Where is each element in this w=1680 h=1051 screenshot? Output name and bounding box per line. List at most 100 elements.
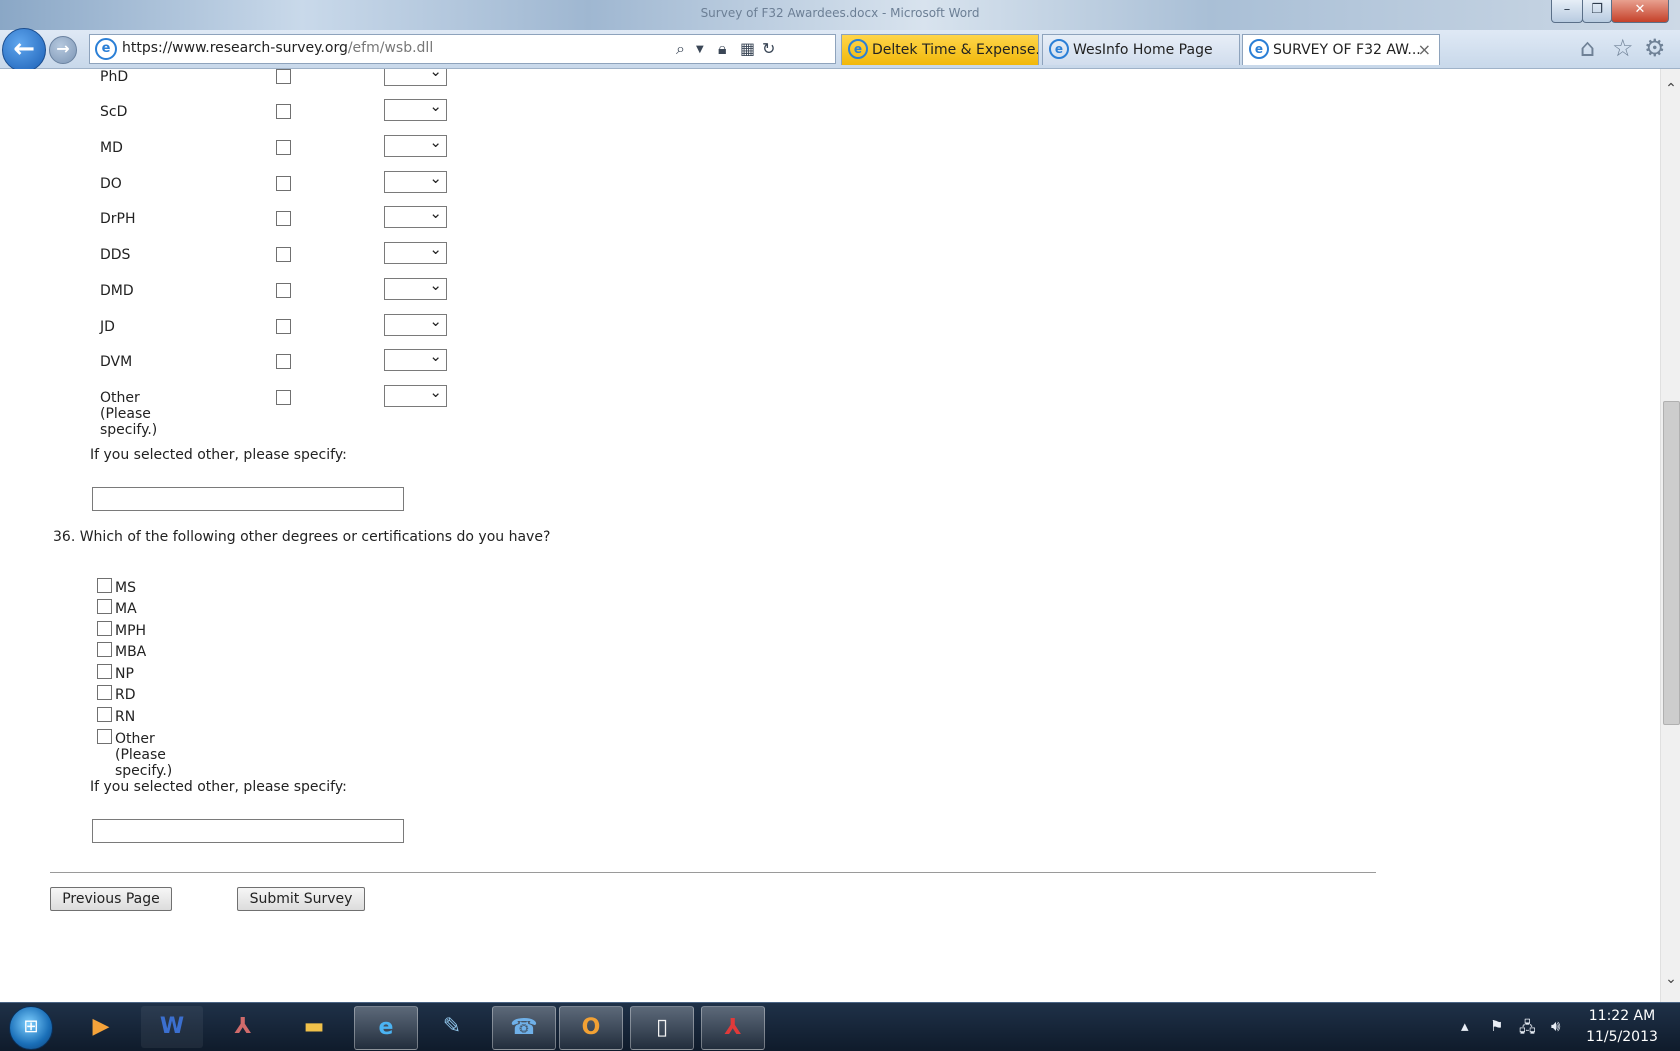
network-icon[interactable]: 🖧︎ [1519,1017,1536,1042]
degree-label: DO [100,176,122,192]
close-window-button[interactable]: ✕ [1611,0,1669,23]
show-hidden-icons-icon[interactable]: ▴ [1461,1017,1469,1035]
tab-label: Deltek Time & Expense... [872,42,1039,58]
chevron-down-icon: ⌄ [429,69,442,80]
q36-checkbox[interactable] [97,685,112,700]
ie-taskbar-icon[interactable]: e [354,1006,418,1050]
degree-checkbox[interactable] [276,176,291,191]
action-center-flag-icon[interactable]: ⚑ [1490,1017,1503,1035]
star-icon[interactable]: ☆ [1612,34,1634,62]
url-path: /efm/wsb.dll [347,40,434,56]
tab-wesinfo[interactable]: e WesInfo Home Page [1042,34,1240,65]
tab-survey[interactable]: e SURVEY OF F32 AW... × [1242,34,1440,65]
q36-label: NP [115,666,134,682]
specify-input[interactable] [92,819,404,843]
outlook-taskbar-icon[interactable]: O [559,1006,623,1050]
home-icon[interactable]: ⌂ [1580,34,1595,62]
q36-checkbox[interactable] [97,729,112,744]
submit-survey-button[interactable]: Submit Survey [237,887,365,911]
degree-select[interactable]: ⌄ [384,312,447,336]
degree-select[interactable]: ⌄ [384,133,447,157]
ie-icon: e [1249,39,1269,59]
clock-date[interactable]: 11/5/2013 [1582,1029,1662,1045]
media-player-taskbar-icon[interactable]: ▶ [70,1006,132,1048]
forward-button[interactable]: → [49,36,77,64]
window-title: Survey of F32 Awardees.docx - Microsoft … [700,6,980,20]
q36-label: MBA [115,644,147,660]
pdf-taskbar-icon[interactable]: ⅄ [701,1006,765,1050]
q36-checkbox[interactable] [97,707,112,722]
address-bar[interactable]: e https://www.research-survey.org/efm/ws… [89,34,836,64]
degree-label: Other (Please specify.) [100,390,158,438]
url-text[interactable]: https://www.research-survey.org/efm/wsb.… [122,40,433,56]
document-taskbar-icon[interactable]: ▯ [630,1006,694,1050]
gear-icon[interactable]: ⚙ [1644,34,1666,62]
chevron-down-icon: ⌄ [429,276,442,294]
degree-select[interactable]: ⌄ [384,69,447,86]
tab-deltek[interactable]: e Deltek Time & Expense... [841,34,1039,65]
vertical-scrollbar[interactable]: ⌃ ⌄ [1660,69,1680,1002]
degree-label: DMD [100,283,134,299]
degree-checkbox[interactable] [276,390,291,405]
specify-label: If you selected other, please specify: [90,779,347,795]
chevron-down-icon: ⌄ [429,312,442,330]
degree-select[interactable]: ⌄ [384,383,447,407]
lync-taskbar-icon[interactable]: ☎ [492,1006,556,1050]
degree-label: DVM [100,354,133,370]
back-button[interactable]: ← [2,28,46,72]
scroll-up-icon[interactable]: ⌃ [1661,81,1680,97]
q36-checkbox[interactable] [97,578,112,593]
degree-checkbox[interactable] [276,69,291,84]
degree-checkbox[interactable] [276,283,291,298]
window-title-bar: Survey of F32 Awardees.docx - Microsoft … [0,0,1680,30]
q36-checkbox[interactable] [97,664,112,679]
degree-checkbox[interactable] [276,354,291,369]
start-button[interactable]: ⊞ [9,1006,53,1050]
degree-checkbox[interactable] [276,247,291,262]
close-tab-icon[interactable]: × [1418,35,1431,65]
specify-label: If you selected other, please specify: [90,447,347,463]
degree-select[interactable]: ⌄ [384,97,447,121]
tab-label: SURVEY OF F32 AW... [1273,42,1421,58]
q36-checkbox[interactable] [97,599,112,614]
maximize-button[interactable]: ❐ [1582,0,1612,23]
previous-page-button[interactable]: Previous Page [50,887,172,911]
dropdown-icon[interactable]: ▼ [696,44,704,55]
degree-label: ScD [100,104,128,120]
degree-select[interactable]: ⌄ [384,169,447,193]
degree-checkbox[interactable] [276,104,291,119]
minimize-button[interactable]: – [1551,0,1583,23]
degree-checkbox[interactable] [276,319,291,334]
q36-label: Other (Please specify.) [115,731,173,779]
chevron-down-icon: ⌄ [429,204,442,222]
degree-checkbox[interactable] [276,211,291,226]
scroll-thumb[interactable] [1663,401,1680,725]
degree-label: JD [100,319,115,335]
word-taskbar-icon[interactable]: W [141,1006,203,1048]
compat-icon[interactable]: ▦ [740,39,755,58]
search-icon[interactable]: ⌕ [676,39,685,59]
volume-icon[interactable]: 🔊︎ [1551,1017,1560,1035]
q36-label: RD [115,687,136,703]
lock-icon[interactable]: 🔒︎ [718,39,727,59]
degree-select[interactable]: ⌄ [384,347,447,371]
ie-icon: e [1049,39,1069,59]
ie-icon: e [848,39,868,59]
clock-time[interactable]: 11:22 AM [1582,1008,1662,1024]
scroll-down-icon[interactable]: ⌄ [1661,971,1680,987]
degree-select[interactable]: ⌄ [384,276,447,300]
q36-label: MA [115,601,137,617]
acrobat-taskbar-icon[interactable]: ⅄ [212,1006,274,1048]
refresh-icon[interactable]: ↻ [762,39,775,58]
degree-label: DrPH [100,211,136,227]
degree-select[interactable]: ⌄ [384,240,447,264]
degree-select[interactable]: ⌄ [384,204,447,228]
chevron-down-icon: ⌄ [429,240,442,258]
specify-input[interactable] [92,487,404,511]
q36-checkbox[interactable] [97,642,112,657]
q36-label: RN [115,709,136,725]
degree-checkbox[interactable] [276,140,291,155]
explorer-taskbar-icon[interactable]: ▬ [283,1006,345,1048]
q36-checkbox[interactable] [97,621,112,636]
notes-taskbar-icon[interactable]: ✎ [421,1006,483,1048]
